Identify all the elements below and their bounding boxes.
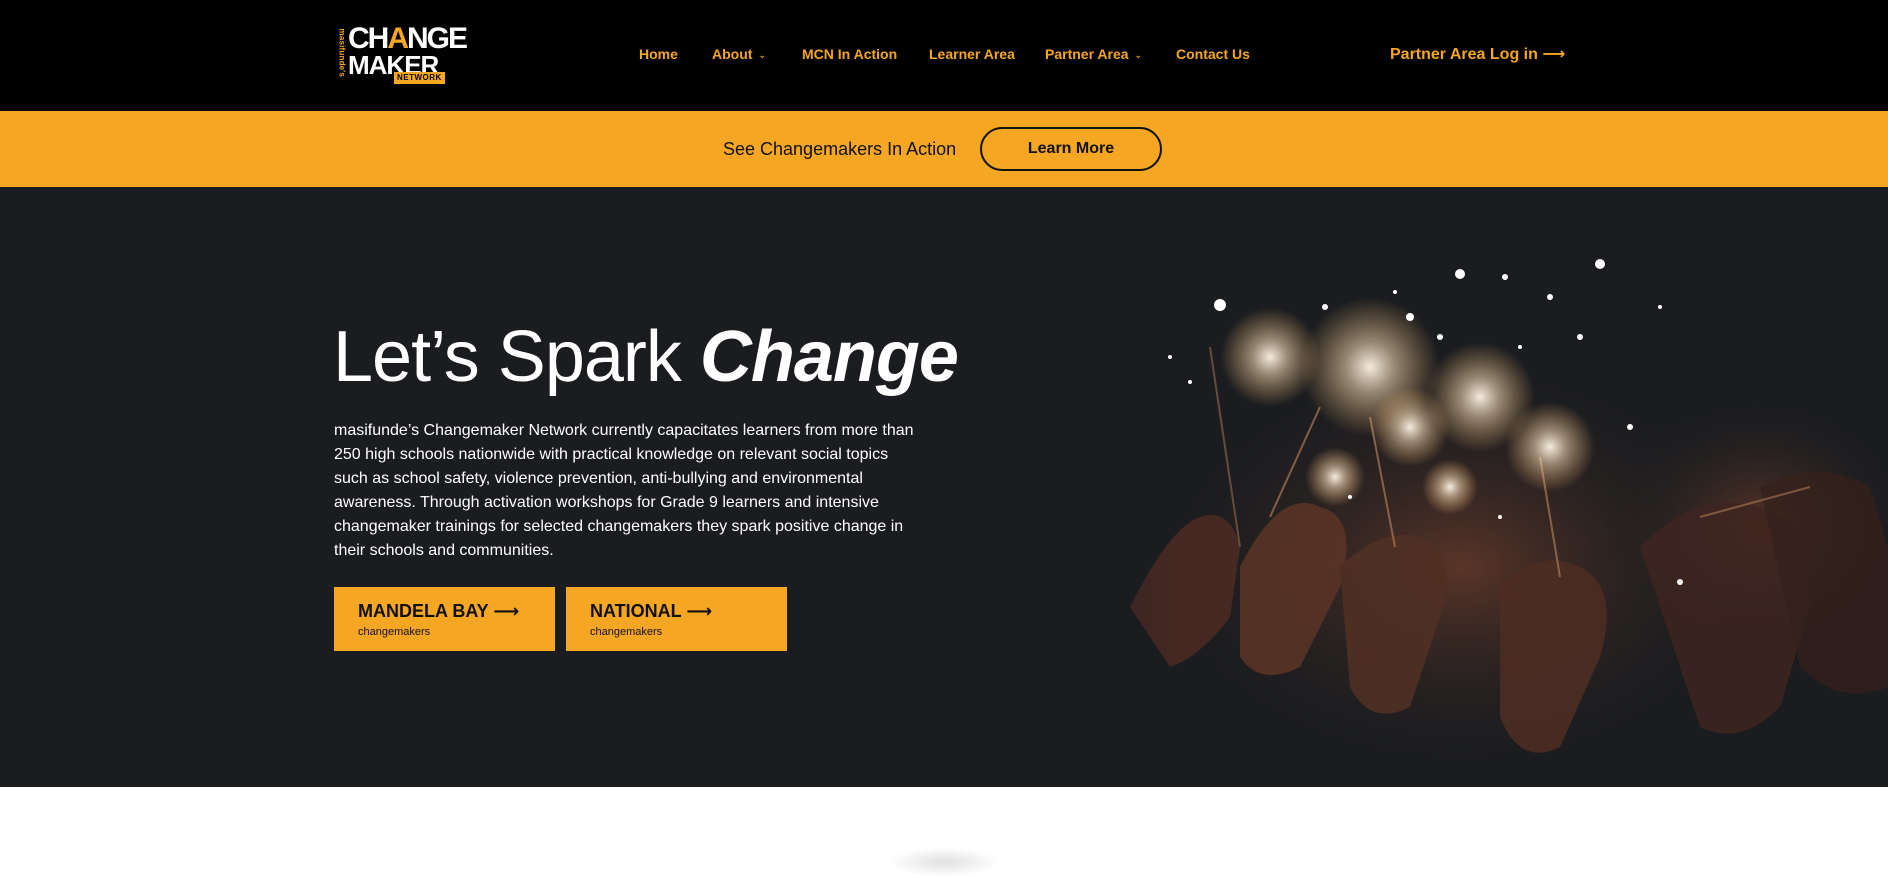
announcement-bar: See Changemakers In Action Learn More xyxy=(0,111,1888,187)
announcement-text: See Changemakers In Action xyxy=(723,139,957,159)
site-logo[interactable]: masifunde's CHANGE MAKER NETWORK xyxy=(336,24,468,86)
content-section xyxy=(0,787,1888,877)
cta-title: NATIONAL ⟶ xyxy=(590,601,713,621)
nav-item-mcn-in-action[interactable]: MCN In Action xyxy=(802,44,897,64)
hero-description: masifunde’s Changemaker Network currentl… xyxy=(334,422,914,559)
nav-item-about[interactable]: About ⌄ xyxy=(712,44,766,66)
mandela-bay-button[interactable]: MANDELA BAY ⟶ changemakers xyxy=(334,587,555,651)
logo-word-network: NETWORK xyxy=(394,72,445,84)
hero-section: Let’s Spark Change masifunde’s Changemak… xyxy=(0,187,1888,787)
sparklers-photo xyxy=(940,187,1888,787)
cta-subtitle: changemakers xyxy=(358,626,431,638)
nav-item-contact-us[interactable]: Contact Us xyxy=(1176,44,1250,64)
logo-tagline: masifunde's xyxy=(337,28,347,78)
partner-login-link[interactable]: Partner Area Log in ⟶ xyxy=(1390,44,1565,66)
chevron-down-icon: ⌄ xyxy=(758,50,766,60)
nav-item-partner-area[interactable]: Partner Area ⌄ xyxy=(1045,44,1142,66)
hero-title: Let’s Spark Change xyxy=(333,317,959,397)
national-button[interactable]: NATIONAL ⟶ changemakers xyxy=(566,587,787,651)
learn-more-button[interactable]: Learn More xyxy=(980,127,1162,171)
cta-subtitle: changemakers xyxy=(590,626,663,638)
card-shadow xyxy=(888,847,1000,877)
cta-title: MANDELA BAY ⟶ xyxy=(358,601,520,621)
chevron-down-icon: ⌄ xyxy=(1134,50,1143,60)
site-header: masifunde's CHANGE MAKER NETWORK Home Ab… xyxy=(0,0,1888,111)
nav-item-home[interactable]: Home xyxy=(639,44,678,64)
nav-item-learner-area[interactable]: Learner Area xyxy=(929,44,1015,64)
